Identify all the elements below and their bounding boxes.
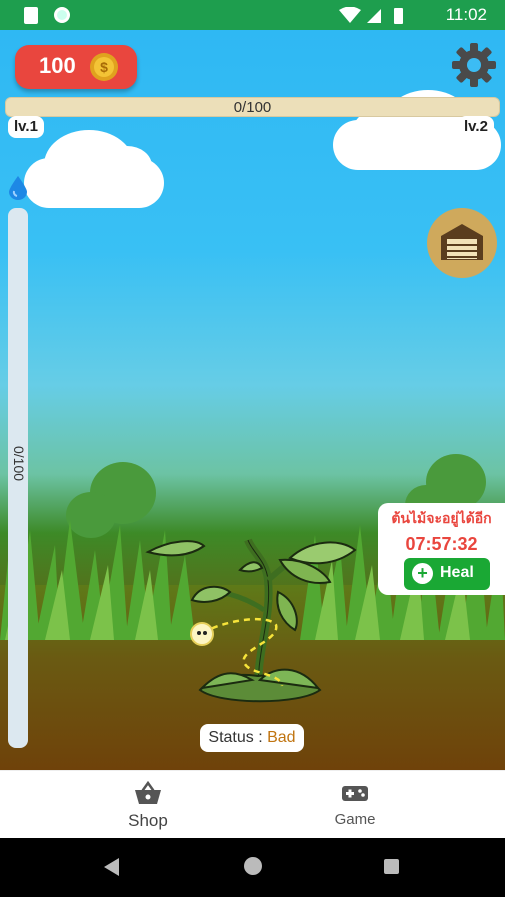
coin-icon: $: [90, 53, 118, 81]
current-level-label: lv.1: [8, 116, 44, 138]
next-level-label: lv.2: [458, 116, 494, 138]
status-bar: 11:02: [0, 0, 505, 30]
system-navigation-bar: [0, 838, 505, 897]
coin-balance: 100 $: [15, 45, 137, 89]
status-value: Bad: [267, 729, 296, 746]
cloud: [24, 130, 164, 208]
plus-icon: +: [412, 563, 433, 584]
heal-label: Heal: [440, 564, 474, 581]
experience-bar: 0/100: [5, 97, 500, 117]
plant-status: Status : Bad: [200, 724, 304, 752]
cell-signal-icon: [367, 9, 381, 23]
warehouse-icon: [441, 224, 483, 260]
water-drop-icon: [9, 176, 27, 200]
back-icon[interactable]: [104, 858, 119, 876]
status-label: Status :: [208, 729, 268, 746]
plant[interactable]: [140, 500, 370, 715]
recent-apps-icon[interactable]: [384, 859, 399, 874]
coin-count: 100: [39, 53, 76, 78]
svg-text:$: $: [100, 59, 108, 75]
nav-game-label: Game: [334, 811, 376, 828]
gear-icon[interactable]: [451, 42, 497, 88]
sd-card-icon: [24, 7, 38, 24]
app-notification-icon: [54, 7, 70, 23]
clock: 11:02: [445, 5, 487, 24]
lifetime-message: ต้นไม้จะอยู่ได้อีก: [391, 511, 492, 527]
gamepad-icon: [342, 786, 368, 801]
lifetime-timer: 07:57:32: [405, 534, 478, 554]
warehouse-button[interactable]: [427, 208, 497, 278]
signal-icons: [339, 7, 403, 24]
home-icon[interactable]: [244, 857, 262, 875]
heal-button[interactable]: + Heal: [404, 558, 490, 590]
experience-text: 0/100: [233, 99, 272, 116]
nav-game[interactable]: Game: [229, 771, 481, 839]
bottom-navigation: Shop Game: [0, 770, 505, 838]
battery-icon: [394, 8, 403, 24]
wifi-icon: [339, 7, 361, 23]
water-bar: 0/100: [8, 208, 28, 748]
basket-icon: [135, 781, 161, 804]
game-area: 100 $ 0/100 lv.1 lv.2 0/100 Status: Bad…: [0, 30, 505, 770]
water-text: 0/100: [11, 446, 27, 482]
plant-lifetime-panel: ต้นไม้จะอยู่ได้อีก 07:57:32 + Heal: [378, 503, 505, 595]
